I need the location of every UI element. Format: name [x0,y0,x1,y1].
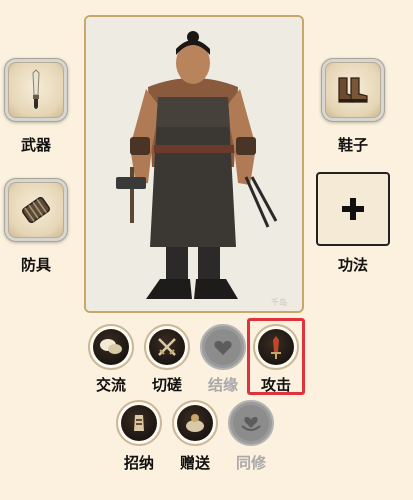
knife-icon [32,69,40,109]
recruit-button[interactable] [116,400,162,446]
heart-hands-icon [241,417,261,431]
bond-icon [214,341,232,355]
gift-label: 赠送 [179,454,210,472]
chat-bubbles-icon [100,339,122,354]
weapon-slot[interactable] [4,58,68,122]
armor-slot[interactable] [4,178,68,242]
gift-icon [186,414,204,432]
chat-label: 交流 [95,376,126,394]
bond-button [200,324,246,370]
weapon-label: 武器 [20,136,51,154]
chat-button[interactable] [88,324,134,370]
plus-icon [342,198,364,220]
armor-label: 防具 [20,256,51,274]
cultivate-button [228,400,274,446]
skill-add-slot[interactable] [316,172,390,246]
bond-label: 结缘 [207,376,238,394]
shoes-label: 鞋子 [337,136,368,154]
recruit-label: 招纳 [123,454,154,472]
gift-button[interactable] [172,400,218,446]
portrait-watermark: 千岛 [271,297,287,307]
skill-label: 功法 [337,256,368,274]
spar-label: 切磋 [151,376,182,394]
shoes-slot[interactable] [321,58,385,122]
bracer-icon [22,196,50,224]
character-portrait: 千岛 [84,15,304,313]
boots-icon [338,77,368,103]
attack-highlight-frame [247,318,305,395]
blacksmith-figure: 千岛 [86,17,302,311]
crossed-swords-icon [158,338,176,356]
cultivate-label: 同修 [235,454,266,472]
spar-button[interactable] [144,324,190,370]
recruit-icon [134,415,144,431]
